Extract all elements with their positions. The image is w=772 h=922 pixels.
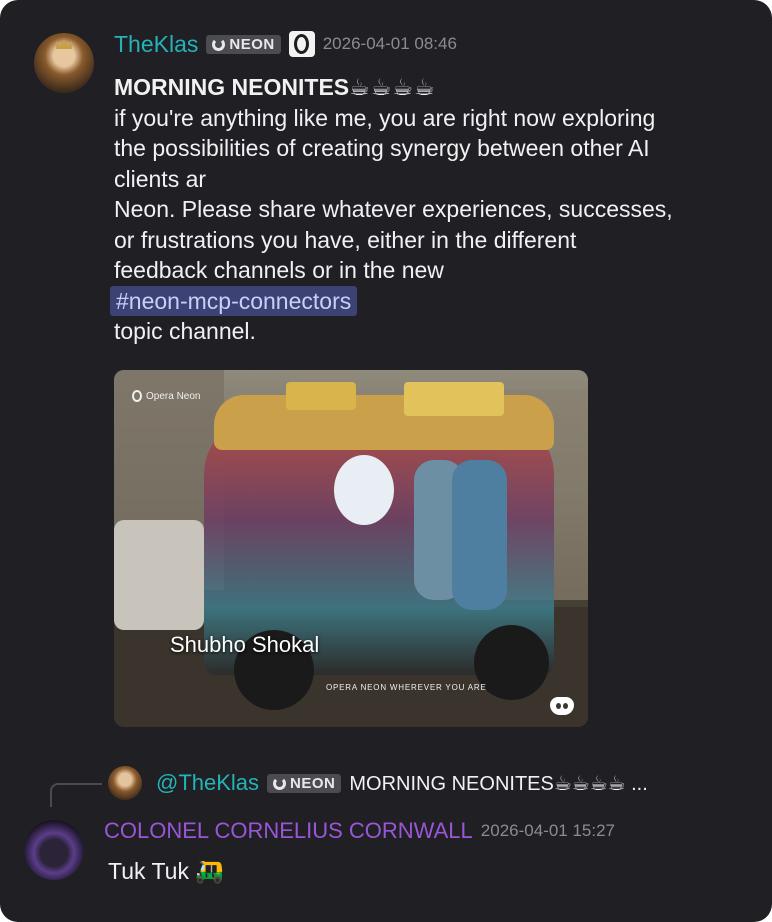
reply-mention[interactable]: @TheKlas [156,770,259,796]
message-line: Neon. Please share whatever experiences,… [114,196,673,222]
image-caption: Shubho Shokal [170,632,320,657]
avatar[interactable] [34,33,94,93]
image-tagline: OPERA NEON WHEREVER YOU ARE [326,683,487,692]
message-line: topic channel. [114,318,256,344]
avatar[interactable] [24,820,84,880]
message-header: TheKlas NEON 2026-04-01 08:46 [114,28,457,60]
message-header: COLONEL CORNELIUS CORNWALL 2026-04-01 15… [104,815,615,847]
badge-label: NEON [229,35,275,53]
neon-badge: NEON [267,773,342,793]
neon-badge[interactable]: NEON [206,34,281,54]
opera-logo-icon [132,390,142,402]
reply-snippet: MORNING NEONITES☕☕☕☕ ... [349,772,648,795]
message-line: feedback channels or in the new [114,257,444,283]
message-body: MORNING NEONITES☕☕☕☕ if you're anything … [110,72,744,347]
crown-icon [56,39,72,49]
username[interactable]: COLONEL CORNELIUS CORNWALL [104,818,473,844]
username[interactable]: TheKlas [114,31,198,58]
opera-logo-icon[interactable] [288,31,315,57]
chat-panel: TheKlas NEON 2026-04-01 08:46 MORNING NE… [0,0,772,922]
robot-figure [334,455,394,525]
coffee-emoji: ☕☕☕☕ [349,74,436,100]
message-title: MORNING NEONITES☕☕☕☕ [114,74,436,100]
opera-logo-watermark: Opera Neon [132,390,200,402]
channel-mention[interactable]: #neon-mcp-connectors [110,285,358,316]
neon-ring-icon [273,776,287,790]
attached-image[interactable]: Opera Neon Shubho Shokal OPERA NEON WHER… [114,370,588,727]
reply-preview[interactable]: @TheKlas NEON MORNING NEONITES☕☕☕☕ ... [156,768,648,798]
reply-avatar[interactable] [108,766,142,800]
timestamp: 2026-04-01 15:27 [480,821,616,840]
timestamp: 2026-04-01 08:46 [322,34,457,53]
message-line: or frustrations you have, either in the … [114,226,577,253]
neon-ring-icon [212,37,226,51]
reply-connector [50,783,102,807]
message-line: the possibilities of creating synergy be… [114,135,650,161]
message-line: if you're anything like me, you are righ… [114,104,656,131]
message-body: Tuk Tuk 🛺 [108,858,224,884]
message-line: clients ar [114,165,207,192]
discord-logo-icon [550,697,574,715]
